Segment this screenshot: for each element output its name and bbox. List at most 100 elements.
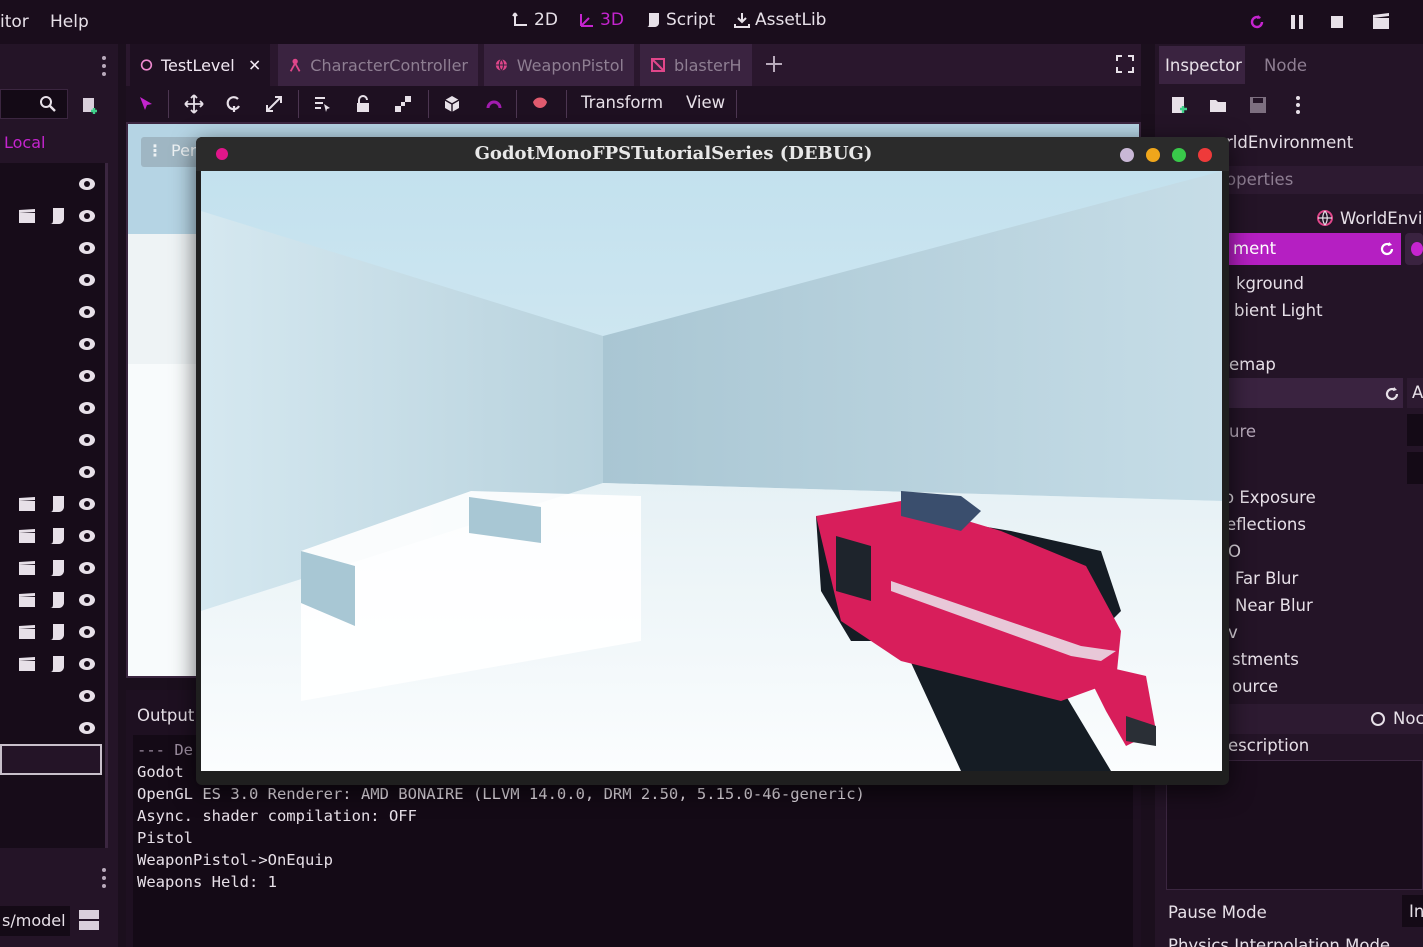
- reload-icon[interactable]: [1247, 12, 1267, 32]
- tab-inspector[interactable]: Inspector: [1159, 46, 1245, 84]
- open-scene-icon[interactable]: [18, 208, 36, 224]
- visibility-eye-icon[interactable]: [78, 591, 96, 609]
- lock-icon[interactable]: [353, 94, 373, 114]
- visibility-eye-icon[interactable]: [78, 303, 96, 321]
- script-icon[interactable]: [48, 559, 66, 576]
- tab-blasterh[interactable]: blasterH: [640, 44, 752, 86]
- gizmo-icon[interactable]: [530, 94, 550, 114]
- visibility-eye-icon[interactable]: [78, 367, 96, 385]
- more-options-icon[interactable]: [1291, 94, 1305, 116]
- pause-mode-select[interactable]: In: [1402, 895, 1423, 927]
- open-scene-icon[interactable]: [18, 592, 36, 608]
- script-icon[interactable]: [48, 207, 66, 224]
- local-tab[interactable]: Local: [4, 133, 45, 152]
- visibility-eye-icon[interactable]: [78, 719, 96, 737]
- tab-charactercontroller[interactable]: CharacterController: [278, 44, 478, 86]
- tab-weaponpistol[interactable]: WeaponPistol: [484, 44, 634, 86]
- mode-3d-button[interactable]: 3D: [578, 10, 624, 30]
- script-icon[interactable]: [48, 623, 66, 640]
- mode-script-button[interactable]: Script: [644, 10, 715, 30]
- menu-editor[interactable]: itor: [0, 12, 29, 32]
- environment-resource-button[interactable]: [1405, 233, 1423, 265]
- visibility-eye-icon[interactable]: [78, 463, 96, 481]
- scene-filter-input[interactable]: [0, 89, 68, 119]
- window-menu-icon[interactable]: [1120, 148, 1134, 162]
- play-scene-icon[interactable]: [1371, 12, 1391, 32]
- white-value[interactable]: [1407, 452, 1423, 484]
- snap-icon[interactable]: [484, 94, 504, 114]
- local-space-icon[interactable]: [442, 94, 462, 114]
- visibility-eye-icon[interactable]: [78, 207, 96, 225]
- visibility-eye-icon[interactable]: [78, 335, 96, 353]
- minimize-icon[interactable]: [1146, 148, 1160, 162]
- section-dof-far-blur[interactable]: Far Blur: [1235, 569, 1298, 588]
- window-titlebar[interactable]: GodotMonoFPSTutorialSeries (DEBUG): [196, 137, 1229, 171]
- add-tab-icon[interactable]: [764, 54, 784, 74]
- script-icon[interactable]: [48, 591, 66, 608]
- new-resource-icon[interactable]: [1169, 95, 1189, 115]
- rotate-tool-icon[interactable]: [224, 94, 244, 114]
- stop-icon[interactable]: [1327, 12, 1347, 32]
- revert-icon[interactable]: [1379, 240, 1397, 258]
- filesystem-menu-icon[interactable]: [96, 866, 112, 890]
- exposure-value[interactable]: [1407, 414, 1423, 446]
- section-glow[interactable]: v: [1228, 623, 1238, 642]
- open-folder-icon[interactable]: [1208, 95, 1228, 115]
- tab-testlevel[interactable]: TestLevel: [130, 44, 270, 86]
- transform-menu[interactable]: Transform: [581, 93, 663, 112]
- section-adjustments[interactable]: stments: [1232, 650, 1299, 669]
- open-scene-icon[interactable]: [18, 496, 36, 512]
- menu-help[interactable]: Help: [50, 12, 89, 32]
- filesystem-path[interactable]: s/model: [0, 906, 70, 936]
- mode-assetlib-button[interactable]: AssetLib: [733, 10, 826, 30]
- section-tonemap[interactable]: emap: [1229, 355, 1276, 374]
- visibility-eye-icon[interactable]: [78, 399, 96, 417]
- visibility-eye-icon[interactable]: [78, 175, 96, 193]
- visibility-eye-icon[interactable]: [78, 271, 96, 289]
- save-icon[interactable]: [1248, 95, 1268, 115]
- open-scene-icon[interactable]: [18, 656, 36, 672]
- property-value-field[interactable]: A: [1407, 378, 1423, 408]
- move-tool-icon[interactable]: [184, 94, 204, 114]
- distraction-free-icon[interactable]: [1115, 54, 1135, 74]
- revert-icon[interactable]: [1384, 385, 1402, 403]
- scale-tool-icon[interactable]: [264, 94, 284, 114]
- visibility-eye-icon[interactable]: [78, 431, 96, 449]
- section-resource[interactable]: ource: [1232, 677, 1278, 696]
- close-window-icon[interactable]: [1198, 148, 1212, 162]
- visibility-eye-icon[interactable]: [78, 239, 96, 257]
- script-icon[interactable]: [48, 495, 66, 512]
- close-icon[interactable]: [249, 58, 260, 72]
- pause-icon[interactable]: [1287, 12, 1307, 32]
- view-menu[interactable]: View: [686, 93, 725, 112]
- script-icon[interactable]: [48, 527, 66, 544]
- add-script-icon[interactable]: [80, 95, 100, 115]
- section-dof-near-blur[interactable]: Near Blur: [1235, 596, 1313, 615]
- tab-node[interactable]: Node: [1264, 56, 1307, 75]
- list-select-icon[interactable]: [312, 94, 332, 114]
- game-canvas[interactable]: [201, 171, 1222, 771]
- open-scene-icon[interactable]: [18, 528, 36, 544]
- scene-tree-rename-field[interactable]: [0, 744, 102, 775]
- section-ssao[interactable]: O: [1228, 542, 1241, 561]
- dock-menu-icon[interactable]: [96, 54, 112, 78]
- visibility-eye-icon[interactable]: [78, 559, 96, 577]
- open-scene-icon[interactable]: [18, 624, 36, 640]
- section-background[interactable]: kground: [1236, 274, 1304, 293]
- maximize-icon[interactable]: [1172, 148, 1186, 162]
- section-auto-exposure[interactable]: o Exposure: [1224, 488, 1316, 507]
- visibility-eye-icon[interactable]: [78, 687, 96, 705]
- section-reflections[interactable]: eflections: [1226, 515, 1306, 534]
- open-scene-icon[interactable]: [18, 560, 36, 576]
- section-ambient-light[interactable]: bient Light: [1234, 301, 1323, 320]
- select-tool-icon[interactable]: [136, 94, 156, 114]
- visibility-eye-icon[interactable]: [78, 623, 96, 641]
- group-icon[interactable]: [393, 94, 413, 114]
- perspective-menu[interactable]: ⋮ Per: [141, 137, 201, 167]
- script-icon[interactable]: [48, 655, 66, 672]
- split-view-icon[interactable]: [78, 908, 100, 932]
- visibility-eye-icon[interactable]: [78, 527, 96, 545]
- visibility-eye-icon[interactable]: [78, 655, 96, 673]
- mode-2d-button[interactable]: 2D: [512, 10, 558, 30]
- visibility-eye-icon[interactable]: [78, 495, 96, 513]
